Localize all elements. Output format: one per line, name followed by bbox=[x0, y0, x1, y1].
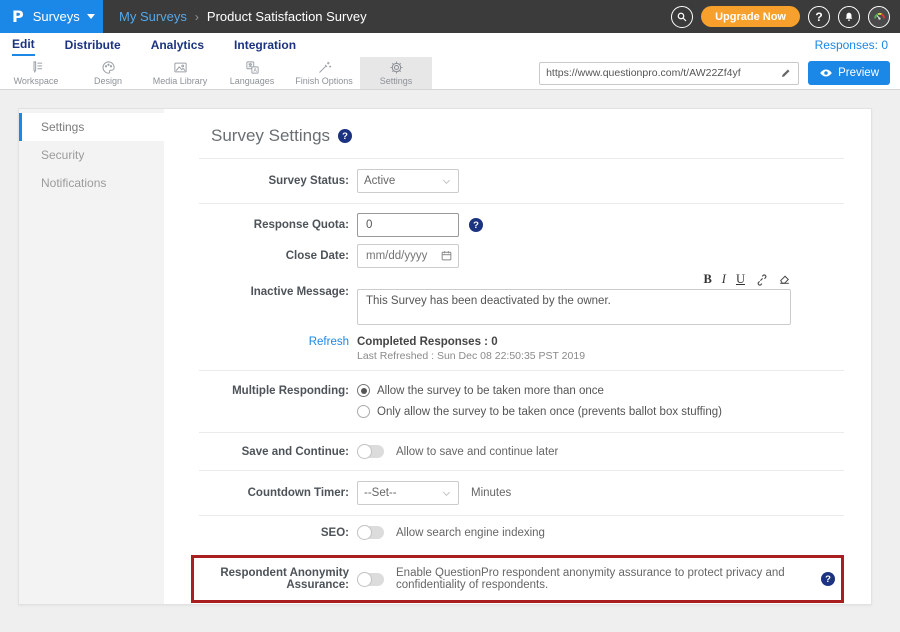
eye-icon bbox=[819, 66, 833, 80]
countdown-timer-label: Countdown Timer: bbox=[199, 487, 349, 499]
chevron-down-icon bbox=[441, 488, 452, 499]
breadcrumb: My Surveys › Product Satisfaction Survey bbox=[119, 9, 367, 24]
account-gauge-avatar-icon[interactable] bbox=[868, 6, 890, 28]
sidebar-item-settings[interactable]: Settings bbox=[19, 113, 164, 141]
responses-count[interactable]: Responses: 0 bbox=[815, 38, 888, 52]
last-refreshed-text: Last Refreshed : Sun Dec 08 22:50:35 PST… bbox=[357, 350, 585, 362]
seo-label: SEO: bbox=[199, 527, 349, 539]
upgrade-now-button[interactable]: Upgrade Now bbox=[701, 6, 800, 27]
bold-icon[interactable]: B bbox=[703, 272, 711, 287]
save-continue-toggle[interactable] bbox=[357, 445, 384, 458]
inactive-message-label: Inactive Message: bbox=[199, 272, 349, 298]
save-continue-label: Save and Continue: bbox=[199, 446, 349, 458]
close-date-label: Close Date: bbox=[199, 250, 349, 262]
tab-finish-options[interactable]: Finish Options bbox=[288, 57, 360, 89]
questionpro-logo-icon: P bbox=[12, 7, 24, 26]
sidebar-item-notifications[interactable]: Notifications bbox=[19, 169, 164, 197]
nav-tab-edit[interactable]: Edit bbox=[12, 34, 35, 56]
nav-tab-analytics[interactable]: Analytics bbox=[151, 35, 204, 55]
help-icon[interactable]: ? bbox=[808, 6, 830, 28]
nav-tab-distribute[interactable]: Distribute bbox=[65, 35, 121, 55]
response-quota-label: Response Quota: bbox=[199, 219, 349, 231]
italic-icon[interactable]: I bbox=[722, 272, 726, 287]
top-header-bar: P Surveys My Surveys › Product Satisfact… bbox=[0, 0, 900, 33]
seo-toggle[interactable] bbox=[357, 526, 384, 539]
breadcrumb-my-surveys[interactable]: My Surveys bbox=[119, 9, 187, 24]
calendar-icon[interactable] bbox=[440, 249, 453, 262]
response-quota-help-icon[interactable]: ? bbox=[469, 218, 483, 232]
link-icon[interactable] bbox=[755, 273, 768, 286]
preview-button[interactable]: Preview bbox=[808, 61, 890, 85]
design-palette-icon bbox=[101, 60, 116, 75]
page-title: Survey Settings bbox=[211, 126, 330, 146]
tab-settings[interactable]: Settings bbox=[360, 57, 432, 89]
countdown-suffix: Minutes bbox=[471, 487, 511, 499]
countdown-timer-select[interactable]: --Set-- bbox=[357, 481, 459, 505]
tab-media-library[interactable]: Media Library bbox=[144, 57, 216, 89]
edit-toolbar: Workspace Design Media Library A Languag… bbox=[0, 57, 900, 90]
sidebar-item-security[interactable]: Security bbox=[19, 141, 164, 169]
radio-allow-multiple[interactable] bbox=[357, 384, 370, 397]
tab-languages[interactable]: A Languages bbox=[216, 57, 288, 89]
anonymity-toggle[interactable] bbox=[357, 573, 384, 586]
media-library-icon bbox=[173, 60, 188, 75]
tab-workspace[interactable]: Workspace bbox=[0, 57, 72, 89]
survey-nav-tabs: Edit Distribute Analytics Integration Re… bbox=[0, 33, 900, 57]
anonymity-help-icon[interactable]: ? bbox=[821, 572, 835, 586]
settings-sidebar: Settings Security Notifications bbox=[19, 109, 164, 604]
survey-url-field[interactable] bbox=[539, 62, 799, 85]
multiple-responding-label: Multiple Responding: bbox=[199, 384, 349, 397]
inactive-message-textarea[interactable]: This Survey has been deactivated by the … bbox=[357, 289, 791, 325]
title-help-icon[interactable]: ? bbox=[338, 129, 352, 143]
workspace-icon bbox=[29, 60, 44, 75]
nav-tab-integration[interactable]: Integration bbox=[234, 35, 296, 55]
notifications-bell-icon[interactable] bbox=[838, 6, 860, 28]
richtext-toolbar: B I U bbox=[357, 272, 791, 289]
refresh-link[interactable]: Refresh bbox=[309, 336, 349, 348]
brand-menu[interactable]: P Surveys bbox=[0, 0, 103, 33]
settings-card: Settings Security Notifications Survey S… bbox=[18, 108, 872, 605]
search-icon[interactable] bbox=[671, 6, 693, 28]
anonymity-highlight-box: Respondent Anonymity Assurance: Enable Q… bbox=[191, 555, 844, 603]
anonymity-label: Respondent Anonymity Assurance: bbox=[199, 567, 349, 591]
finish-options-wand-icon bbox=[317, 60, 332, 75]
underline-icon[interactable]: U bbox=[736, 272, 745, 287]
settings-content: Survey Settings ? Survey Status: Active … bbox=[164, 109, 871, 604]
settings-gear-icon bbox=[389, 60, 404, 75]
survey-url-input[interactable] bbox=[546, 67, 780, 79]
response-quota-input[interactable] bbox=[357, 213, 459, 237]
radio-allow-once[interactable] bbox=[357, 405, 370, 418]
survey-status-select[interactable]: Active bbox=[357, 169, 459, 193]
languages-translate-icon: A bbox=[245, 60, 260, 75]
clear-format-eraser-icon[interactable] bbox=[778, 273, 791, 286]
breadcrumb-separator: › bbox=[195, 10, 199, 24]
breadcrumb-current-survey: Product Satisfaction Survey bbox=[207, 9, 367, 24]
completed-responses-text: Completed Responses : 0 bbox=[357, 336, 585, 348]
chevron-down-icon bbox=[441, 176, 452, 187]
edit-url-pencil-icon[interactable] bbox=[780, 67, 792, 79]
caret-down-icon bbox=[87, 14, 95, 19]
survey-status-label: Survey Status: bbox=[199, 175, 349, 187]
tab-design[interactable]: Design bbox=[72, 57, 144, 89]
app-menu-label: Surveys bbox=[33, 9, 80, 24]
